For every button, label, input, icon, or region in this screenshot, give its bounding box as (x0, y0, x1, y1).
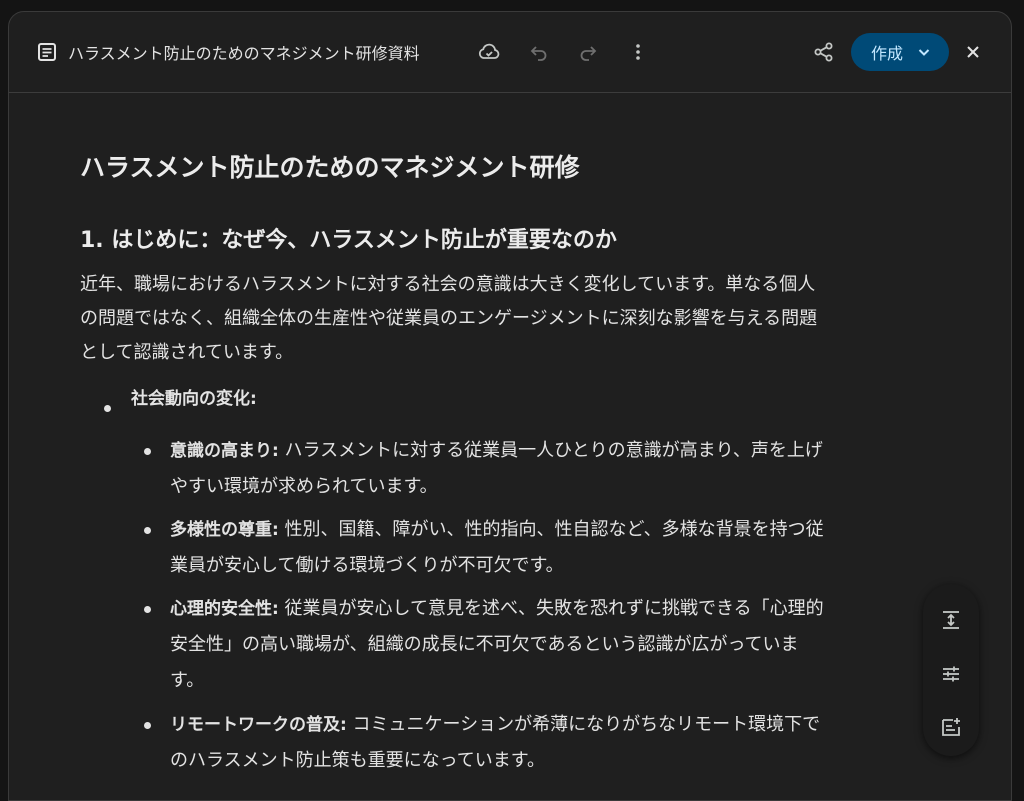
chevron-down-icon[interactable] (917, 45, 931, 59)
create-button-label: 作成 (871, 44, 904, 63)
list-item: 意識の高まり: ハラスメントに対する従業員一人ひとりの意識が高まり、声を上げ や… (170, 433, 930, 505)
add-note-icon[interactable] (939, 715, 963, 739)
page-title: ハラスメント防止のためのマネジメント研修 (80, 153, 580, 182)
more-vert-icon[interactable] (622, 36, 654, 68)
create-button[interactable]: 作成 (851, 33, 949, 71)
item-text: 従業員が安心して意見を述べ、失敗を恐れずに挑戦できる「心理的 (278, 598, 824, 619)
cloud-sync-icon[interactable] (473, 36, 505, 68)
item-label: リモートワークの普及: (170, 715, 347, 735)
list-item: リモートワークの普及: コミュニケーションが希薄になりがちなリモート環境下で の… (170, 707, 930, 779)
document-title[interactable]: ハラスメント防止のためのマネジメント研修資料 (68, 40, 420, 64)
side-toolbar (923, 584, 979, 756)
item-text: 性別、国籍、障がい、性的指向、性自認など、多様な背景を持つ従 (278, 519, 824, 540)
undo-icon[interactable] (523, 36, 555, 68)
item-text: す。 (170, 670, 205, 691)
section-heading: 1. はじめに：なぜ今、ハラスメント防止が重要なのか (80, 228, 617, 253)
item-text: やすい環境が求められています。 (170, 476, 438, 497)
item-text: ハラスメントに対する従業員一人ひとりの意識が高まり、声を上げ (278, 440, 823, 461)
item-label: 多様性の尊重: (170, 520, 279, 540)
tune-icon[interactable] (939, 662, 963, 686)
intro-line: の問題ではなく、組織全体の生産性や従業員のエンゲージメントに深刻な影響を与える問… (80, 308, 818, 329)
item-label: 意識の高まり: (170, 441, 279, 461)
list-item: 心理的安全性: 従業員が安心して意見を述べ、失敗を恐れずに挑戦できる「心理的 安… (170, 591, 930, 699)
vertical-align-icon[interactable] (939, 608, 963, 632)
item-text: のハラスメント防止策も重要になっています。 (170, 750, 545, 771)
item-label: 心理的安全性: (170, 599, 279, 619)
bullet-dot (144, 606, 151, 613)
intro-paragraph: 近年、職場におけるハラスメントに対する社会の意識は大きく変化しています。単なる個… (80, 268, 910, 370)
bullet-dot (144, 448, 151, 455)
intro-line: 近年、職場におけるハラスメントに対する社会の意識は大きく変化しています。単なる個… (80, 274, 816, 295)
bullet-dot (144, 527, 151, 534)
bullet-dot (104, 405, 111, 412)
list-item: 多様性の尊重: 性別、国籍、障がい、性的指向、性自認など、多様な背景を持つ従 業… (170, 512, 930, 584)
share-icon[interactable] (808, 36, 840, 68)
item-text: 業員が安心して働ける環境づくりが不可欠です。 (170, 555, 564, 576)
close-icon[interactable] (957, 36, 989, 68)
bullet-dot (144, 722, 151, 729)
item-text: 安全性」の高い職場が、組織の成長に不可欠であるという認識が広がっていま (170, 634, 799, 655)
intro-line: として認識されています。 (80, 342, 294, 363)
header-bar: ハラスメント防止のためのマネジメント研修資料 作成 (9, 12, 1011, 93)
item-text: コミュニケーションが希薄になりがちなリモート環境下で (346, 714, 821, 735)
bullet-social-trends: 社会動向の変化: (131, 389, 257, 409)
redo-icon[interactable] (572, 36, 604, 68)
document-icon (31, 36, 63, 68)
